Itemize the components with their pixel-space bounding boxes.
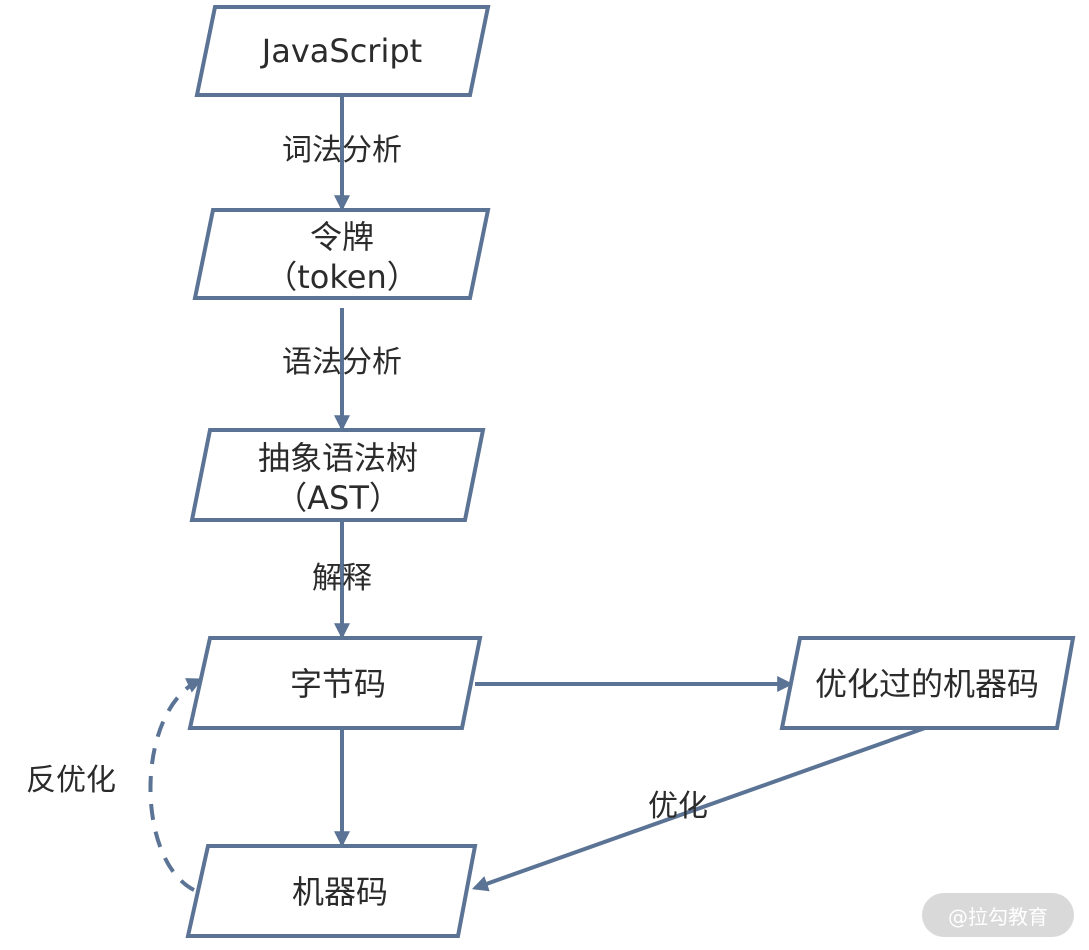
node-token-label-line1: 令牌 [310,218,374,256]
node-bytecode-label: 字节码 [290,665,386,703]
flowchart: JavaScript 令牌 （token） 抽象语法树 （AST） 字节码 优化… [26,5,1076,938]
edge-label-syntax: 语法分析 [282,345,402,380]
edge-label-optimize: 优化 [648,789,708,824]
node-javascript-label: JavaScript [260,32,422,70]
node-optimized-label: 优化过的机器码 [815,665,1039,703]
edge-label-interpret: 解释 [312,561,372,596]
node-ast-label-line2: （AST） [275,479,401,517]
node-token-label-line2: （token） [265,258,419,296]
watermark: @拉勾教育 [922,893,1074,937]
node-ast-label-line1: 抽象语法树 [258,439,418,477]
edge-label-lexical: 词法分析 [282,133,402,168]
node-machine-label: 机器码 [292,873,388,911]
edge-label-deoptimize: 反优化 [26,763,116,798]
